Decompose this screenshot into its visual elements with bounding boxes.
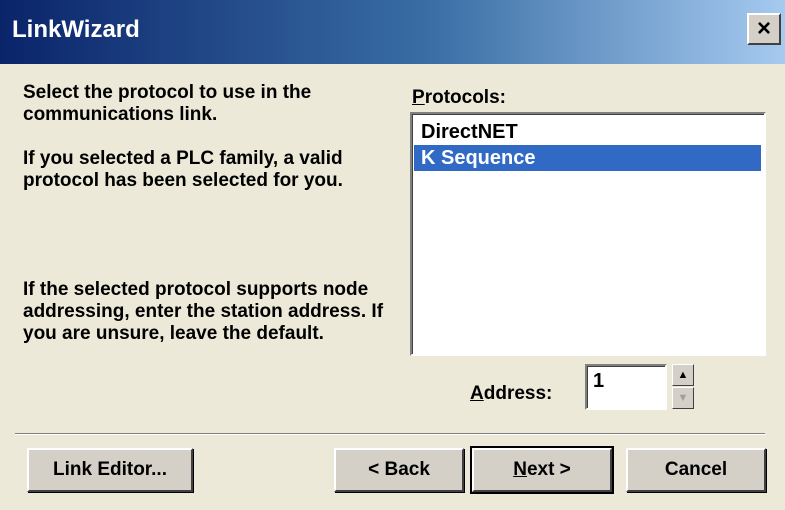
instruction-node-addressing: If the selected protocol supports node a… bbox=[23, 279, 384, 344]
link-editor-button[interactable]: Link Editor... bbox=[27, 448, 193, 492]
instruction-select-protocol: Select the protocol to use in the commun… bbox=[23, 82, 312, 125]
next-button-label-rest: ext > bbox=[526, 459, 571, 480]
close-icon: × bbox=[756, 15, 771, 42]
spin-up-button[interactable]: ▲ bbox=[672, 364, 694, 386]
protocols-listbox[interactable]: DirectNET K Sequence bbox=[410, 112, 766, 356]
protocol-item-k-sequence[interactable]: K Sequence bbox=[414, 145, 761, 171]
address-spinner[interactable]: ▲ ▼ bbox=[672, 364, 694, 410]
window-title: LinkWizard bbox=[12, 16, 140, 43]
separator bbox=[15, 433, 765, 435]
address-input[interactable]: 1 bbox=[585, 364, 667, 410]
address-label-rest: ddress: bbox=[483, 383, 553, 404]
protocols-label: Protocols: bbox=[412, 87, 506, 109]
arrow-up-icon: ▲ bbox=[677, 368, 689, 381]
address-label: Address: bbox=[470, 383, 552, 405]
address-label-mnemonic: A bbox=[470, 383, 484, 404]
protocols-label-mnemonic: P bbox=[412, 87, 425, 108]
instruction-plc-family: If you selected a PLC family, a valid pr… bbox=[23, 148, 343, 191]
close-button[interactable]: × bbox=[747, 13, 781, 45]
protocol-item-directnet[interactable]: DirectNET bbox=[414, 119, 761, 145]
title-bar: LinkWizard × bbox=[0, 0, 785, 64]
protocols-label-rest: rotocols: bbox=[424, 87, 506, 108]
back-button[interactable]: < Back bbox=[334, 448, 464, 492]
spin-down-button[interactable]: ▼ bbox=[672, 387, 694, 409]
arrow-down-icon: ▼ bbox=[677, 391, 689, 404]
next-button-mnemonic: N bbox=[513, 459, 527, 480]
next-button[interactable]: Next > bbox=[470, 446, 614, 494]
cancel-button[interactable]: Cancel bbox=[626, 448, 766, 492]
